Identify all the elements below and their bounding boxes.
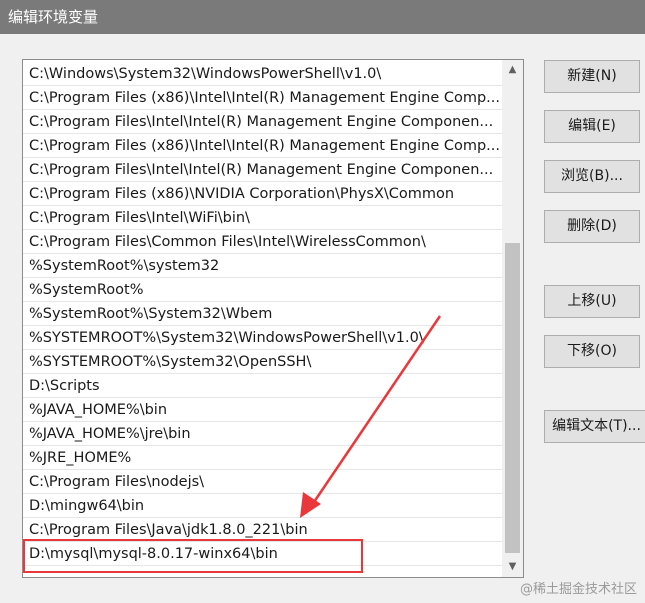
browse-button[interactable]: 浏览(B)... bbox=[544, 160, 640, 193]
list-item[interactable]: C:\Program Files\nodejs\ bbox=[23, 470, 502, 494]
list-item[interactable]: %JAVA_HOME%\jre\bin bbox=[23, 422, 502, 446]
list-item[interactable]: %JRE_HOME% bbox=[23, 446, 502, 470]
list-item[interactable]: C:\Program Files (x86)\NVIDIA Corporatio… bbox=[23, 182, 502, 206]
path-list-rows: C:\Windows\System32\WindowsPowerShell\v1… bbox=[23, 62, 502, 566]
list-item[interactable]: C:\Windows\System32\WindowsPowerShell\v1… bbox=[23, 62, 502, 86]
list-item[interactable]: D:\Scripts bbox=[23, 374, 502, 398]
list-item[interactable]: %SystemRoot%\System32\Wbem bbox=[23, 302, 502, 326]
list-item[interactable]: %SYSTEMROOT%\System32\OpenSSH\ bbox=[23, 350, 502, 374]
list-item[interactable]: D:\mingw64\bin bbox=[23, 494, 502, 518]
list-item[interactable]: C:\Program Files\Intel\Intel(R) Manageme… bbox=[23, 110, 502, 134]
list-item[interactable]: C:\Program Files\Intel\WiFi\bin\ bbox=[23, 206, 502, 230]
edit-button[interactable]: 编辑(E) bbox=[544, 110, 640, 143]
list-item-highlighted[interactable]: D:\mysql\mysql-8.0.17-winx64\bin bbox=[23, 542, 502, 566]
list-item[interactable]: C:\Program Files\Common Files\Intel\Wire… bbox=[23, 230, 502, 254]
move-down-button[interactable]: 下移(O) bbox=[544, 335, 640, 368]
scroll-up-icon[interactable]: ▲ bbox=[502, 60, 523, 80]
edit-text-button[interactable]: 编辑文本(T)... bbox=[544, 410, 645, 443]
new-button[interactable]: 新建(N) bbox=[544, 60, 640, 93]
path-list[interactable]: C:\Windows\System32\WindowsPowerShell\v1… bbox=[22, 59, 524, 578]
move-up-button[interactable]: 上移(U) bbox=[544, 285, 640, 318]
list-item[interactable]: C:\Program Files (x86)\Intel\Intel(R) Ma… bbox=[23, 134, 502, 158]
scroll-down-icon[interactable]: ▼ bbox=[502, 557, 523, 577]
list-item[interactable]: %SYSTEMROOT%\System32\WindowsPowerShell\… bbox=[23, 326, 502, 350]
window-title: 编辑环境变量 bbox=[0, 0, 645, 34]
scrollbar-thumb[interactable] bbox=[505, 243, 520, 553]
list-item[interactable]: %JAVA_HOME%\bin bbox=[23, 398, 502, 422]
list-item[interactable]: %SystemRoot% bbox=[23, 278, 502, 302]
list-item[interactable]: C:\Program Files\Java\jdk1.8.0_221\bin bbox=[23, 518, 502, 542]
list-item[interactable]: C:\Program Files (x86)\Intel\Intel(R) Ma… bbox=[23, 86, 502, 110]
watermark: @稀土掘金技术社区 bbox=[519, 582, 637, 597]
vertical-scrollbar[interactable]: ▲ ▼ bbox=[502, 60, 523, 577]
delete-button[interactable]: 删除(D) bbox=[544, 210, 640, 243]
list-item[interactable]: %SystemRoot%\system32 bbox=[23, 254, 502, 278]
list-item[interactable]: C:\Program Files\Intel\Intel(R) Manageme… bbox=[23, 158, 502, 182]
